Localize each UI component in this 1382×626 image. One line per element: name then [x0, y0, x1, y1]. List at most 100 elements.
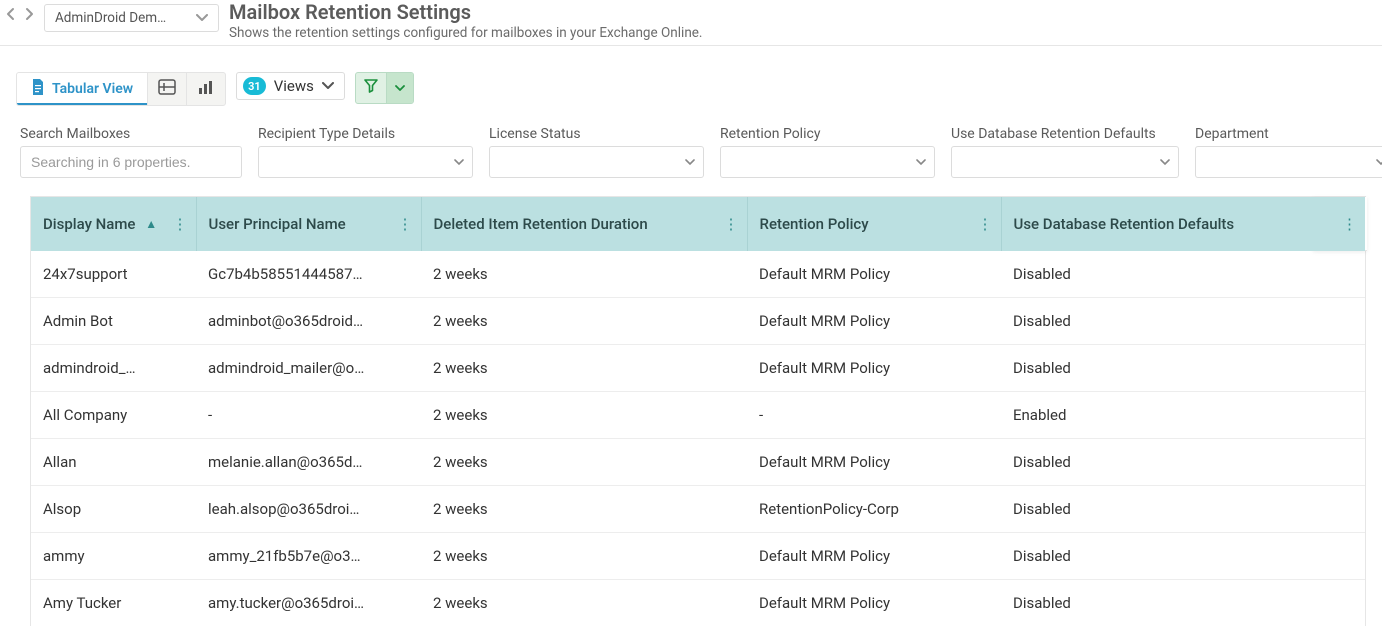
table-row[interactable]: admindroid_…admindroid_mailer@o…2 weeksD… [31, 345, 1365, 392]
chevron-down-icon [395, 80, 405, 96]
views-count-badge: 31 [243, 77, 266, 95]
cell-display-name: 24x7support [31, 251, 196, 298]
cell-retention-duration: 2 weeks [421, 392, 747, 439]
column-menu-icon[interactable]: ⋮ [1342, 215, 1357, 233]
nav-back-button[interactable] [4, 7, 18, 21]
filter-label-retention-policy: Retention Policy [720, 126, 935, 142]
cell-upn: leah.alsop@o365droi… [196, 486, 421, 533]
cell-upn: - [196, 392, 421, 439]
cell-retention-duration: 2 weeks [421, 298, 747, 345]
pivot-icon [158, 79, 176, 99]
cell-upn: amy.tucker@o365droi… [196, 580, 421, 626]
cell-use-db-defaults: Disabled [1001, 298, 1365, 345]
cell-retention-policy: Default MRM Policy [747, 580, 1001, 626]
cell-retention-duration: 2 weeks [421, 439, 747, 486]
table-row[interactable]: Alsopleah.alsop@o365droi…2 weeksRetentio… [31, 486, 1365, 533]
funnel-icon [364, 79, 378, 97]
page-title: Mailbox Retention Settings [229, 0, 703, 24]
tab-label: Tabular View [52, 81, 133, 97]
cell-retention-policy: - [747, 392, 1001, 439]
table-row[interactable]: Amy Tuckeramy.tucker@o365droi…2 weeksDef… [31, 580, 1365, 626]
cell-retention-duration: 2 weeks [421, 533, 747, 580]
table-row[interactable]: 24x7supportGc7b4b58551444587…2 weeksDefa… [31, 251, 1365, 298]
cell-display-name: Alsop [31, 486, 196, 533]
chevron-down-icon [196, 14, 208, 22]
cell-upn: adminbot@o365droid… [196, 298, 421, 345]
cell-upn: ammy_21fb5b7e@o3… [196, 533, 421, 580]
cell-retention-policy: Default MRM Policy [747, 251, 1001, 298]
table-row[interactable]: Allanmelanie.allan@o365d…2 weeksDefault … [31, 439, 1365, 486]
cell-retention-duration: 2 weeks [421, 580, 747, 626]
chevron-down-icon [1160, 154, 1170, 170]
col-header-upn[interactable]: User Principal Name ⋮ [196, 197, 421, 251]
col-header-db-defaults[interactable]: Use Database Retention Defaults ⋮ [1001, 197, 1365, 251]
cell-retention-policy: RetentionPolicy-Corp [747, 486, 1001, 533]
column-menu-icon[interactable]: ⋮ [724, 215, 739, 233]
views-label: Views [274, 77, 314, 95]
column-menu-icon[interactable]: ⋮ [173, 215, 188, 233]
db-defaults-select[interactable] [951, 146, 1179, 178]
cell-use-db-defaults: Disabled [1001, 251, 1365, 298]
cell-upn: melanie.allan@o365d… [196, 439, 421, 486]
cell-display-name: admindroid_… [31, 345, 196, 392]
cell-upn: admindroid_mailer@o… [196, 345, 421, 392]
cell-retention-policy: Default MRM Policy [747, 533, 1001, 580]
cell-retention-duration: 2 weeks [421, 486, 747, 533]
col-header-retention-policy[interactable]: Retention Policy ⋮ [747, 197, 1001, 251]
filter-button[interactable] [356, 73, 386, 103]
retention-policy-select[interactable] [720, 146, 935, 178]
cell-display-name: All Company [31, 392, 196, 439]
tab-tabular-view[interactable]: Tabular View [17, 73, 148, 105]
document-icon [31, 79, 45, 99]
filter-label-recipient-type: Recipient Type Details [258, 126, 473, 142]
chevron-down-icon [1376, 154, 1382, 170]
filter-dropdown-button[interactable] [386, 73, 413, 103]
cell-retention-duration: 2 weeks [421, 345, 747, 392]
view-tabs: Tabular View [16, 72, 226, 106]
views-dropdown[interactable]: 31 Views [236, 72, 345, 100]
cell-use-db-defaults: Disabled [1001, 533, 1365, 580]
chevron-down-icon [322, 78, 334, 94]
tab-chart-view[interactable] [187, 73, 225, 105]
table-row[interactable]: ammyammy_21fb5b7e@o3…2 weeksDefault MRM … [31, 533, 1365, 580]
table-row[interactable]: Admin Botadminbot@o365droid…2 weeksDefau… [31, 298, 1365, 345]
tenant-label: AdminDroid Dem… [55, 10, 190, 26]
column-menu-icon[interactable]: ⋮ [398, 215, 413, 233]
cell-display-name: Allan [31, 439, 196, 486]
search-input[interactable] [20, 146, 242, 178]
filter-label-license-status: License Status [489, 126, 704, 142]
license-status-select[interactable] [489, 146, 704, 178]
chevron-down-icon [685, 154, 695, 170]
cell-display-name: Admin Bot [31, 298, 196, 345]
mailbox-table: Display Name ▲ ⋮ User Principal Name ⋮ D… [31, 197, 1365, 626]
cell-retention-policy: Default MRM Policy [747, 439, 1001, 486]
cell-use-db-defaults: Disabled [1001, 486, 1365, 533]
recipient-type-select[interactable] [258, 146, 473, 178]
table-row[interactable]: All Company-2 weeks-Enabled [31, 392, 1365, 439]
cell-use-db-defaults: Disabled [1001, 580, 1365, 626]
filter-button-group [355, 72, 414, 104]
tenant-selector[interactable]: AdminDroid Dem… [44, 4, 219, 32]
cell-use-db-defaults: Enabled [1001, 392, 1365, 439]
department-select[interactable] [1195, 146, 1382, 178]
chevron-down-icon [916, 154, 926, 170]
cell-display-name: ammy [31, 533, 196, 580]
column-menu-icon[interactable]: ⋮ [978, 215, 993, 233]
page-subtitle: Shows the retention settings configured … [229, 25, 703, 41]
chevron-down-icon [454, 154, 464, 170]
tab-pivot-view[interactable] [148, 73, 187, 105]
cell-upn: Gc7b4b58551444587… [196, 251, 421, 298]
cell-use-db-defaults: Disabled [1001, 345, 1365, 392]
nav-forward-button[interactable] [22, 7, 36, 21]
bar-chart-icon [197, 79, 215, 99]
col-header-retention-duration[interactable]: Deleted Item Retention Duration ⋮ [421, 197, 747, 251]
cell-use-db-defaults: Disabled [1001, 439, 1365, 486]
cell-display-name: Amy Tucker [31, 580, 196, 626]
cell-retention-policy: Default MRM Policy [747, 345, 1001, 392]
filter-label-db-defaults: Use Database Retention Defaults [951, 126, 1179, 142]
filter-label-search: Search Mailboxes [20, 126, 242, 142]
col-header-display-name[interactable]: Display Name ▲ ⋮ [31, 197, 196, 251]
cell-retention-policy: Default MRM Policy [747, 298, 1001, 345]
filter-label-department: Department [1195, 126, 1382, 142]
sort-asc-icon: ▲ [145, 217, 157, 231]
